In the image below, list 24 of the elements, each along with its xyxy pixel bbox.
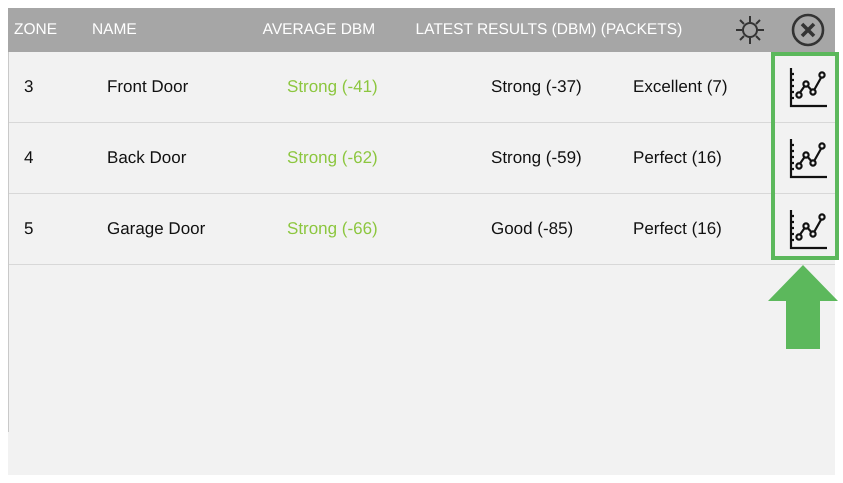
zone-number: 4 <box>23 148 34 168</box>
packet-result: Excellent (7) <box>632 77 728 97</box>
settings-icon[interactable] <box>735 15 765 45</box>
average-signal: Strong (-62) <box>286 148 379 168</box>
zone-name: Back Door <box>106 148 188 168</box>
column-header: ZONE <box>13 21 58 39</box>
zone-number: 3 <box>23 77 34 97</box>
column-header: NAME <box>90 21 138 39</box>
close-icon[interactable] <box>791 13 825 47</box>
line-chart-icon[interactable] <box>788 66 828 108</box>
latest-signal: Strong (-59) <box>490 148 583 168</box>
average-signal: Strong (-66) <box>286 219 379 239</box>
packet-result: Perfect (16) <box>632 148 723 168</box>
zone-name: Front Door <box>106 77 190 97</box>
latest-signal: Strong (-37) <box>490 77 583 97</box>
column-header: LATEST RESULTS (DBM) (PACKETS) <box>414 21 684 39</box>
zone-name: Garage Door <box>106 219 206 239</box>
line-chart-icon[interactable] <box>788 137 828 179</box>
latest-signal: Good (-85) <box>490 219 574 239</box>
line-chart-icon[interactable] <box>788 208 828 250</box>
zone-number: 5 <box>23 219 34 239</box>
average-signal: Strong (-41) <box>286 77 379 97</box>
column-header: AVERAGE DBM <box>262 21 376 39</box>
packet-result: Perfect (16) <box>632 219 723 239</box>
